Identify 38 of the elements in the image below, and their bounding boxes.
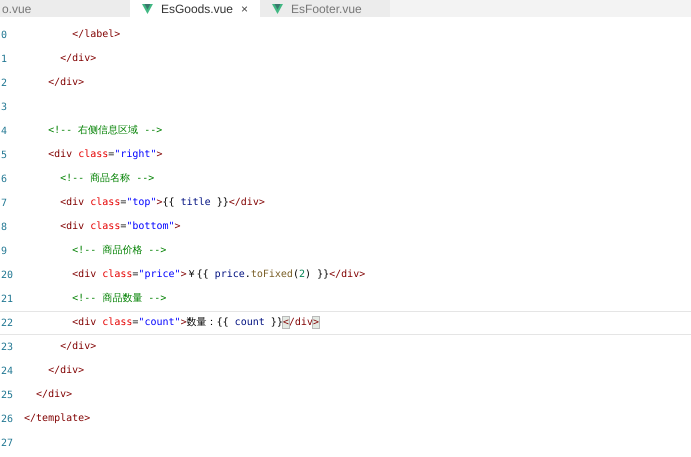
editor-tab[interactable]: o.vue: [0, 0, 130, 17]
line-number: 26: [0, 412, 14, 426]
line-number: 2: [0, 76, 8, 90]
line-number: 25: [0, 388, 14, 402]
line-number: 21: [0, 292, 14, 306]
code-line: </div>: [59, 342, 96, 352]
line-number: 1: [0, 52, 8, 66]
line-number: 22: [0, 316, 14, 330]
line-number: 5: [0, 148, 8, 162]
code-line: </template>: [24, 414, 90, 424]
line-number: 4: [0, 124, 8, 138]
line-number: 27: [0, 436, 14, 450]
code-line: <div class="count">数量：{{ count }}</div>: [71, 318, 319, 328]
code-line: <!-- 商品名称 -->: [59, 174, 154, 184]
code-line: </div>: [59, 54, 96, 64]
code-line: </div>: [47, 78, 84, 88]
line-number: 20: [0, 268, 14, 282]
line-number: 24: [0, 364, 14, 378]
line-number: 8: [0, 220, 8, 234]
code-line: </div>: [47, 366, 84, 376]
code-line: <div class="bottom">: [59, 222, 181, 232]
editor-tab[interactable]: EsGoods.vue ×: [130, 0, 260, 17]
code-line: <!-- 右侧信息区域 -->: [47, 126, 162, 136]
code-line: <div class="top">{{ title }}</div>: [59, 198, 265, 208]
code-line: <div class="right">: [47, 150, 163, 160]
line-number: 3: [0, 100, 8, 114]
line-number: 0: [0, 28, 8, 42]
close-icon[interactable]: ×: [240, 2, 248, 14]
code-line: </label>: [71, 30, 120, 40]
line-number: 9: [0, 244, 8, 258]
line-number: 6: [0, 172, 8, 186]
code-line: <!-- 商品数量 -->: [71, 294, 166, 304]
code-line: <!-- 商品价格 -->: [71, 246, 166, 256]
editor-tab[interactable]: EsFooter.vue: [260, 0, 390, 17]
line-number: 23: [0, 340, 14, 354]
code-line: </div>: [35, 390, 72, 400]
code-line: <div class="price">￥{{ price.toFixed(2) }}</div>: [71, 270, 366, 280]
line-number: 7: [0, 196, 8, 210]
